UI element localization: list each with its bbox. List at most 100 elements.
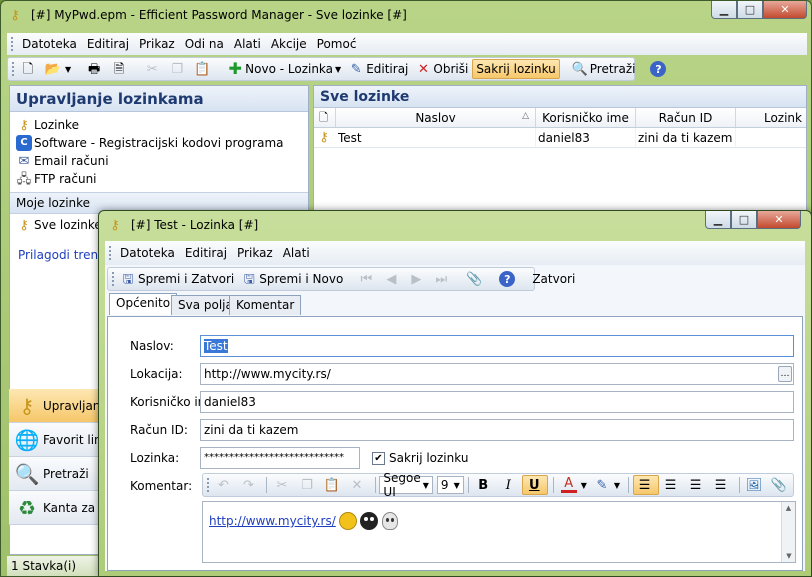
main-titlebar[interactable]: ⚷ [#] MyPwd.epm - Efficient Password Man… <box>1 1 811 29</box>
new-file-button[interactable]: 🗋 <box>17 59 41 79</box>
editor-cut-button[interactable]: ✂ <box>271 475 295 495</box>
table-row[interactable]: ⚷ Test daniel83 zini da ti kazem <box>314 128 806 148</box>
delete-button[interactable]: ✕ Obriši <box>412 59 471 79</box>
scroll-down-arrow-icon[interactable]: ▼ <box>782 552 796 560</box>
minimize-button[interactable]: ▁ <box>711 1 737 19</box>
dialog-close-button[interactable]: ✕ <box>757 211 801 229</box>
title-input[interactable]: Test <box>200 335 794 357</box>
align-right-button[interactable]: ☰ <box>685 475 709 495</box>
search-icon: 🔍 <box>14 461 40 486</box>
dialog-menu-editiraj[interactable]: Editiraj <box>180 246 232 260</box>
sidebar-item-label: Lozinke <box>34 118 79 132</box>
edit-button[interactable]: ✎ Editiraj <box>345 59 411 79</box>
previous-record-button[interactable]: ◀ <box>380 269 404 289</box>
sidebar-item-software[interactable]: C Software - Registracijski kodovi progr… <box>10 134 308 152</box>
first-record-button[interactable]: ⏮ <box>355 269 379 289</box>
save-new-button[interactable]: 🖫 Spremi i Novo <box>238 269 346 289</box>
cut-button[interactable]: ✂ <box>141 59 165 79</box>
location-browse-button[interactable]: … <box>778 366 792 382</box>
align-left-icon: ☰ <box>638 477 651 493</box>
undo-button[interactable]: ↶ <box>212 475 236 495</box>
comment-editor[interactable]: http://www.mycity.rs/ ▲ ▼ <box>202 501 796 563</box>
copy-button[interactable]: ❐ <box>166 59 190 79</box>
sidebar-item-lozinke[interactable]: ⚷ Lozinke <box>10 116 308 134</box>
menu-alati[interactable]: Alati <box>229 37 266 51</box>
highlight-color-button[interactable]: ✎ ▼ <box>591 475 623 495</box>
font-select[interactable]: Segoe UI ▼ <box>379 471 433 499</box>
column-header-naslov[interactable]: Naslov △ <box>336 108 536 127</box>
sidebar-item-label: Sve lozinke <box>34 218 102 232</box>
comment-link[interactable]: http://www.mycity.rs/ <box>209 514 336 528</box>
last-record-button[interactable]: ⏭ <box>430 269 454 289</box>
print-button[interactable]: 🖶 <box>83 59 107 79</box>
bold-button[interactable]: B <box>472 475 496 495</box>
save-new-icon: 🖫 <box>243 271 255 287</box>
save-close-button[interactable]: 🖫 Spremi i Zatvori <box>117 269 237 289</box>
dialog-menu-datoteka[interactable]: Datoteka <box>115 246 180 260</box>
font-color-button[interactable]: A ▼ <box>558 475 590 495</box>
sidebar-item-email[interactable]: ✉ Email računi <box>10 152 308 170</box>
location-input[interactable]: http://www.mycity.rs/ <box>200 363 794 385</box>
redo-button[interactable]: ↷ <box>237 475 261 495</box>
chevron-down-icon: ▼ <box>422 480 429 490</box>
password-input[interactable]: **************************** <box>200 447 360 469</box>
underline-button[interactable]: U <box>522 475 549 495</box>
open-file-button[interactable]: 📂 ▼ <box>42 59 74 79</box>
justify-button[interactable]: ☰ <box>710 475 734 495</box>
new-entry-button[interactable]: ✚ Novo - Lozinka ▼ <box>224 59 344 79</box>
editor-copy-button[interactable]: ❐ <box>296 475 320 495</box>
column-header-account[interactable]: Račun ID <box>636 108 736 127</box>
column-icon-header[interactable]: 🗋 <box>314 108 336 127</box>
menu-datoteka[interactable]: Datoteka <box>17 37 82 51</box>
attach-button[interactable]: 📎 <box>463 269 487 289</box>
dialog-maximize-button[interactable]: □ <box>731 211 757 229</box>
align-left-button[interactable]: ☰ <box>632 475 659 495</box>
editor-delete-button[interactable]: ✕ <box>346 475 370 495</box>
customize-link[interactable]: Prilagodi trenut <box>18 248 110 262</box>
close-button[interactable]: ✕ <box>763 1 807 19</box>
tab-general[interactable]: Općenito <box>109 293 178 315</box>
editor-attach-button[interactable]: 📎 <box>768 475 792 495</box>
italic-button[interactable]: I <box>497 475 521 495</box>
hide-passwords-button[interactable]: Sakrij lozinku <box>472 59 560 79</box>
delete-x-icon: ✕ <box>417 61 429 77</box>
dialog-help-button[interactable]: ? <box>496 269 520 289</box>
hide-password-checkbox[interactable]: ✔ Sakrij lozinku <box>372 451 468 465</box>
tab-comment[interactable]: Komentar <box>229 295 302 315</box>
print-preview-button[interactable]: 🗎 <box>108 59 132 79</box>
row-password <box>736 128 806 147</box>
sidebar-item-ftp[interactable]: 🖧 FTP računi <box>10 170 308 188</box>
column-header-password[interactable]: Lozink <box>736 108 806 127</box>
dialog-minimize-button[interactable]: ▁ <box>705 211 731 229</box>
paste-button[interactable]: 📋 <box>191 59 215 79</box>
menu-akcije[interactable]: Akcije <box>266 37 312 51</box>
maximize-button[interactable]: □ <box>737 1 763 19</box>
chevron-down-icon: ▼ <box>580 480 587 490</box>
help-button[interactable]: ? <box>647 59 671 79</box>
dialog-menu-prikaz[interactable]: Prikaz <box>232 246 278 260</box>
title-input-value: Test <box>204 339 228 353</box>
editor-paste-button[interactable]: 📋 <box>321 475 345 495</box>
dialog-menu-alati[interactable]: Alati <box>278 246 315 260</box>
insert-image-button[interactable]: 🖼 <box>743 475 767 495</box>
search-button[interactable]: 🔍 Pretraži <box>569 59 639 79</box>
save-close-label: Spremi i Zatvori <box>138 272 235 286</box>
account-input[interactable]: zini da ti kazem <box>200 419 794 441</box>
justify-icon: ☰ <box>714 477 727 493</box>
sidebar-item-label: Email računi <box>34 154 109 168</box>
menu-pomoc[interactable]: Pomoć <box>312 37 362 51</box>
next-record-button[interactable]: ▶ <box>405 269 429 289</box>
align-center-button[interactable]: ☰ <box>660 475 684 495</box>
size-select[interactable]: 9 ▼ <box>436 476 464 494</box>
close-dialog-button[interactable]: Zatvori <box>529 269 578 289</box>
editor-scrollbar[interactable]: ▲ ▼ <box>781 502 795 562</box>
username-input[interactable]: daniel83 <box>200 391 794 413</box>
column-header-username[interactable]: Korisničko ime <box>536 108 636 127</box>
toolbar-grip <box>12 62 14 76</box>
menu-prikaz[interactable]: Prikaz <box>134 37 180 51</box>
menu-editiraj[interactable]: Editiraj <box>82 37 134 51</box>
row-account: zini da ti kazem <box>636 128 736 147</box>
delete-x-icon: ✕ <box>351 477 363 493</box>
scroll-up-arrow-icon[interactable]: ▲ <box>782 504 795 512</box>
menu-odi-na[interactable]: Odi na <box>180 37 229 51</box>
